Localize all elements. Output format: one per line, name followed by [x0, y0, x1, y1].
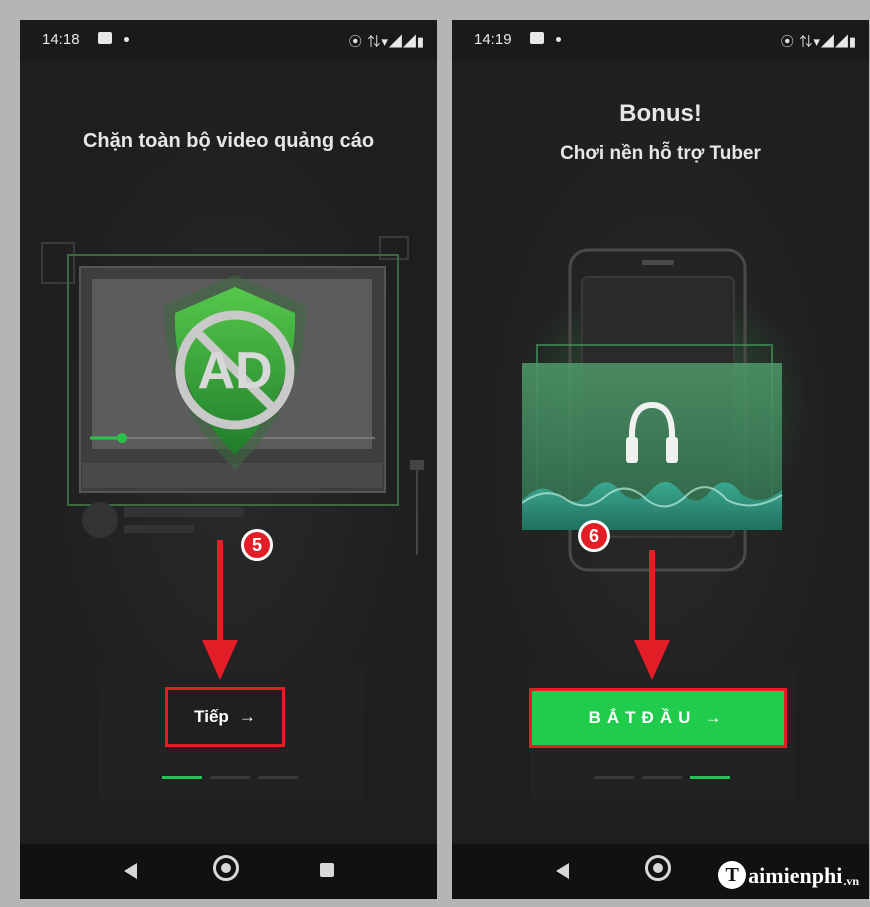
left-phone-screen: 14:18 ⦿ ⇅▾◢◢▮ Chặn toàn bộ video quảng c… — [20, 20, 437, 899]
page-dot-1 — [162, 776, 202, 779]
page-dot-3 — [258, 776, 298, 779]
page-title: Bonus! — [619, 100, 702, 127]
watermark-logo: T aimienphi .vn — [718, 861, 859, 889]
system-status-icons: ⦿ ⇅▾◢◢▮ — [780, 34, 857, 49]
annotation-arrow-head — [634, 640, 670, 680]
page-subtitle: Chơi nền hỗ trợ Tuber — [560, 143, 761, 164]
watermark-letter: T — [718, 861, 747, 889]
status-bar: 14:19 ⦿ ⇅▾◢◢▮ — [452, 20, 869, 60]
watermark-brand: aimienphi — [748, 863, 843, 888]
page-indicator — [594, 776, 730, 779]
ad-text: AD — [197, 342, 272, 400]
nav-home-icon[interactable] — [645, 855, 671, 881]
status-bar: 14:18 ⦿ ⇅▾◢◢▮ — [20, 20, 437, 60]
right-phone-screen: 14:19 ⦿ ⇅▾◢◢▮ Bonus! Chơi nền hỗ trợ Tub… — [452, 20, 869, 899]
ad-block-illustration: AD — [41, 236, 424, 555]
background-play-illustration — [522, 248, 802, 572]
highlight-box — [529, 688, 787, 748]
status-time: 14:19 — [474, 31, 512, 48]
page-dot-3 — [690, 776, 730, 779]
step-badge: 5 — [241, 529, 273, 561]
image-notification-icon — [98, 32, 112, 44]
page-dot-2 — [642, 776, 682, 779]
system-status-icons: ⦿ ⇅▾◢◢▮ — [348, 34, 425, 49]
navigation-bar — [20, 844, 437, 899]
nav-home-icon[interactable] — [213, 855, 239, 881]
notification-dot-icon — [124, 37, 129, 42]
image-notification-icon — [530, 32, 544, 44]
status-time: 14:18 — [42, 31, 80, 48]
page-indicator — [162, 776, 298, 779]
watermark-suffix: .vn — [843, 874, 859, 888]
step-badge: 6 — [578, 520, 610, 552]
page-dot-2 — [210, 776, 250, 779]
annotation-arrow-head — [202, 640, 238, 680]
page-title: Chặn toàn bộ video quảng cáo — [82, 130, 375, 152]
notification-dot-icon — [556, 37, 561, 42]
nav-back-icon[interactable] — [556, 863, 569, 879]
page-dot-1 — [594, 776, 634, 779]
nav-back-icon[interactable] — [124, 863, 137, 879]
nav-recents-icon[interactable] — [320, 863, 334, 877]
highlight-box — [165, 687, 285, 747]
annotation-arrow-shaft — [217, 540, 223, 655]
